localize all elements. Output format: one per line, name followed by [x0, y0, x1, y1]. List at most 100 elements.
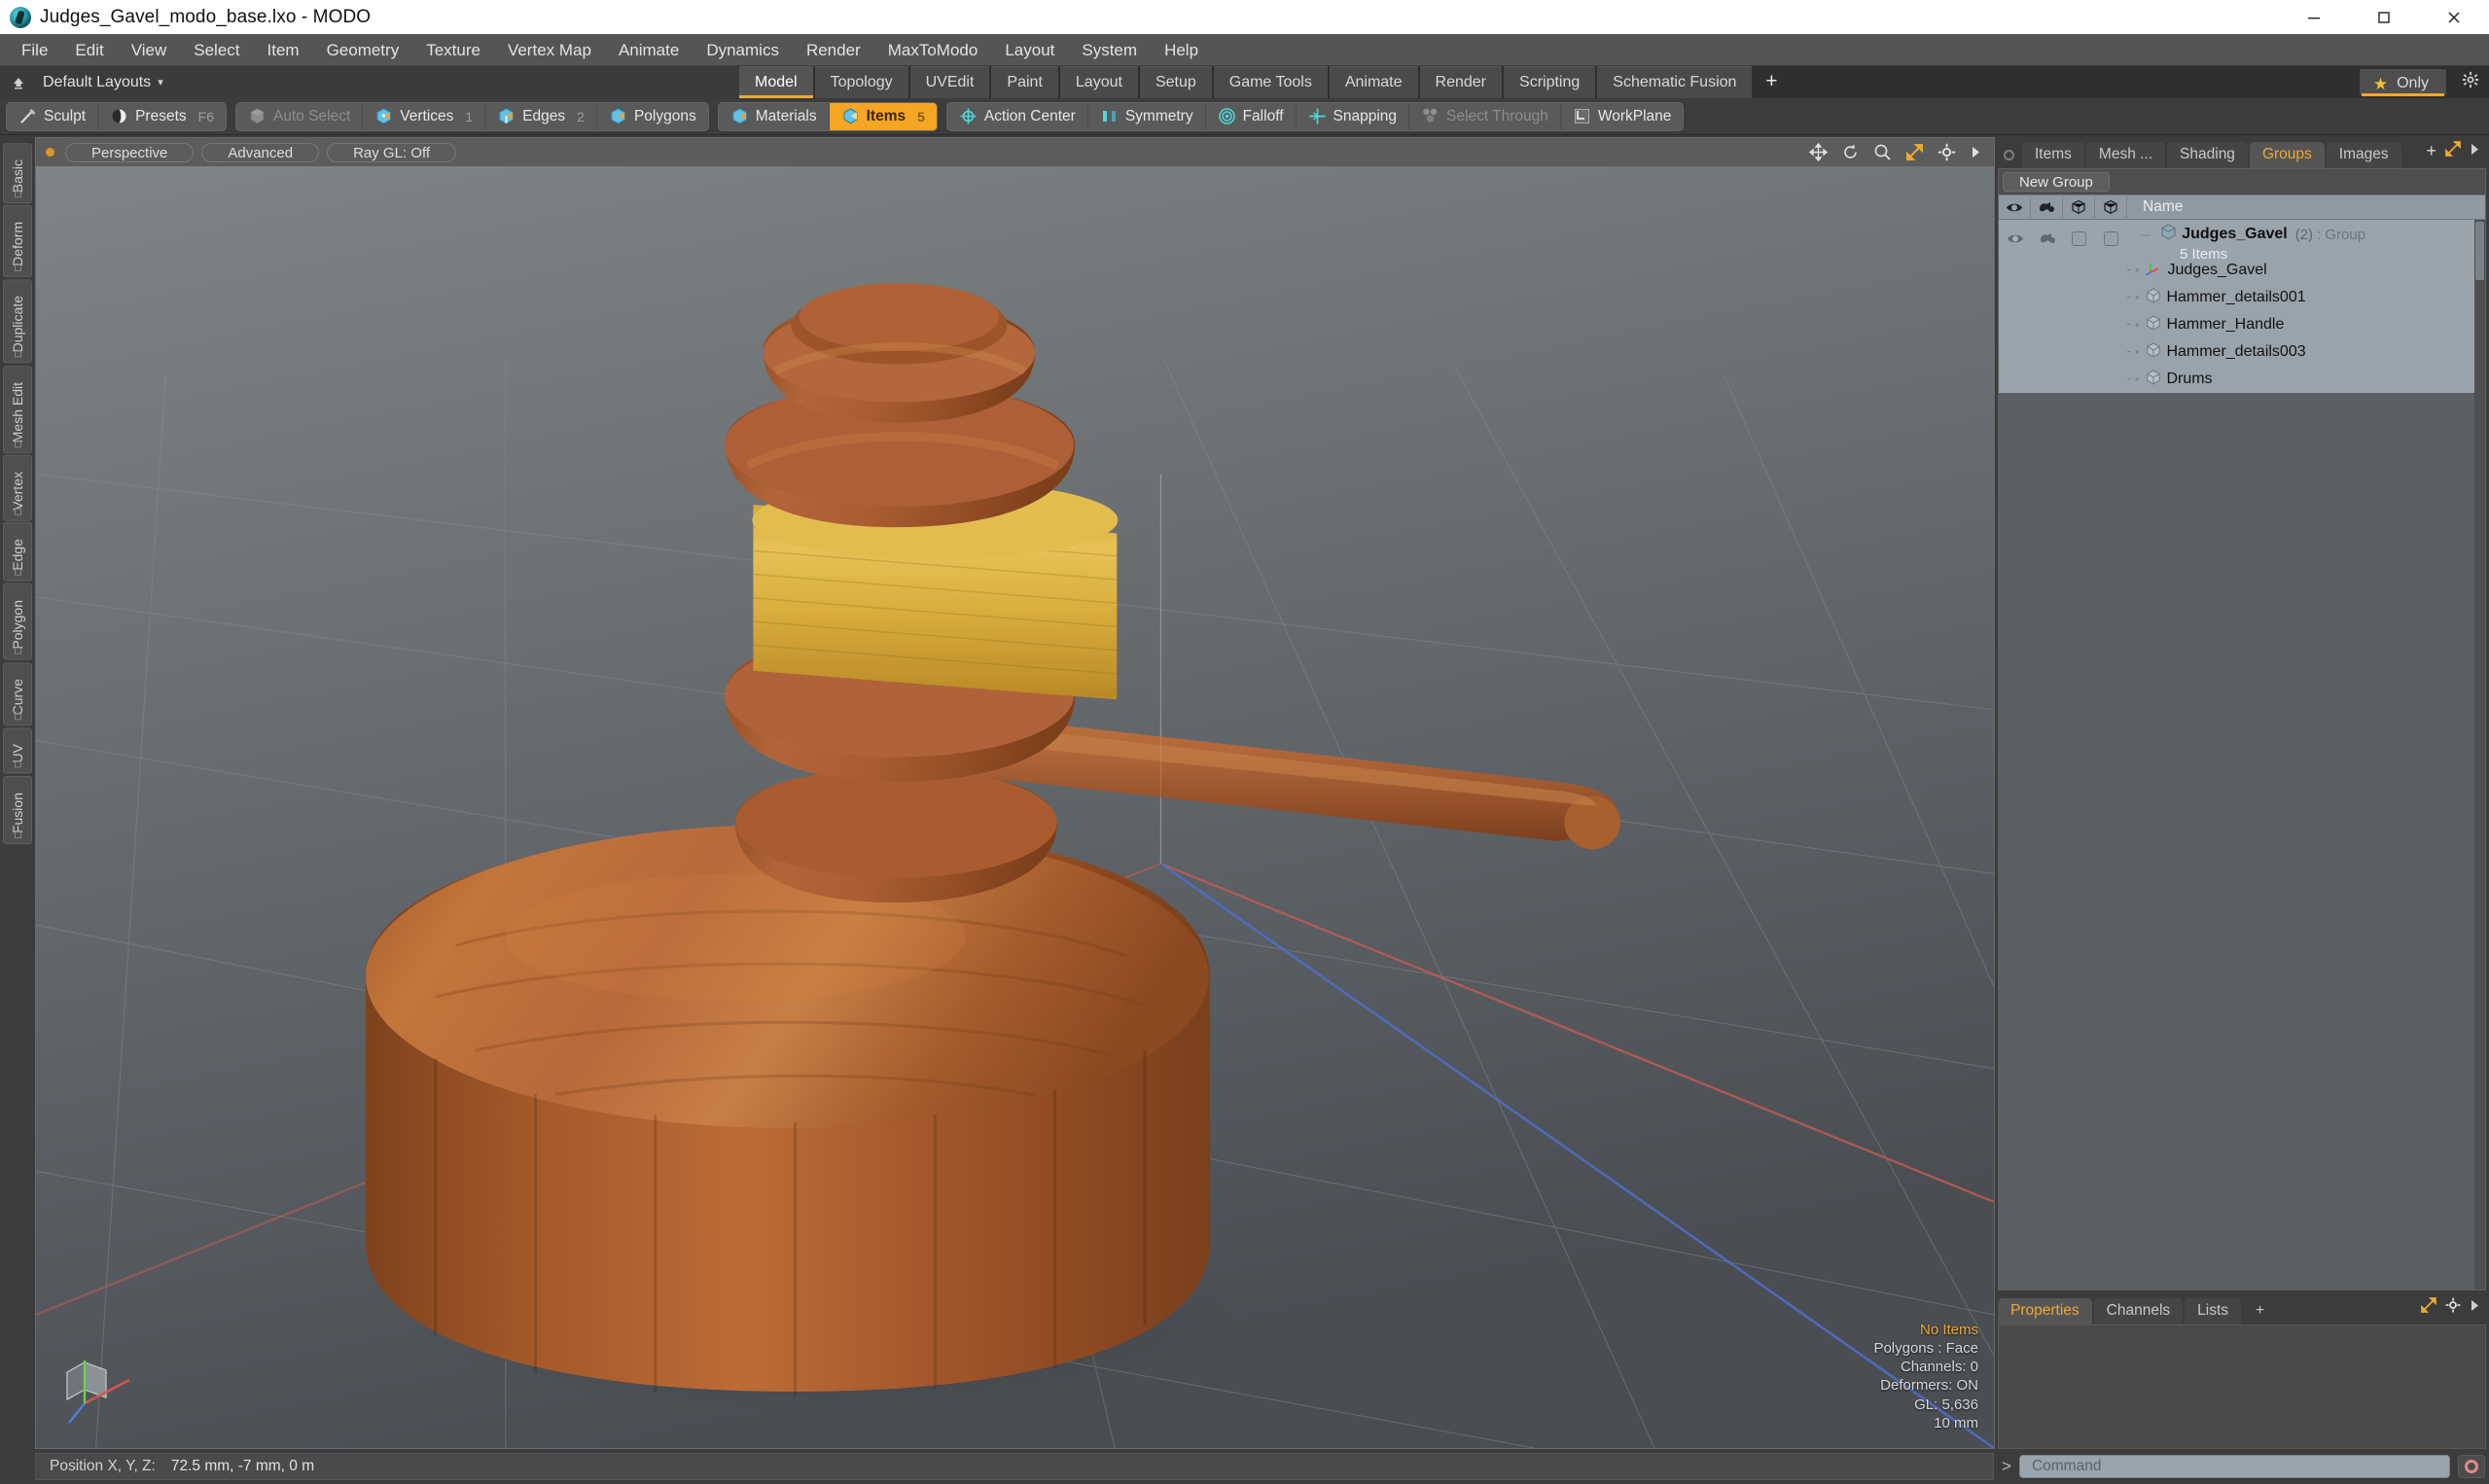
group-row[interactable]: ─ Judges_Gavel (2) : Group 5 Items — [1999, 220, 2485, 263]
tab-animate[interactable]: Animate — [1329, 66, 1418, 98]
scrollbar-thumb[interactable] — [2475, 222, 2484, 280]
tab-layout[interactable]: Layout — [1059, 66, 1138, 98]
menu-item-render[interactable]: Render — [793, 34, 874, 66]
select-cube-icon[interactable] — [2095, 194, 2127, 220]
menu-item-edit[interactable]: Edit — [61, 34, 117, 66]
command-input[interactable]: Command — [2018, 1455, 2450, 1478]
add-tab-button[interactable]: + — [1754, 66, 1789, 98]
sculpt-button[interactable]: Sculpt — [7, 102, 99, 130]
add-bottom-tab-button[interactable]: + — [2243, 1298, 2277, 1325]
left-tab-polygon[interactable]: Polygon — [3, 583, 32, 660]
menu-item-item[interactable]: Item — [254, 34, 313, 66]
tree-expand-toggle[interactable]: ─ — [2141, 228, 2150, 242]
materials-button[interactable]: Materials — [719, 102, 830, 130]
bottom-tab-properties[interactable]: Properties — [1998, 1298, 2092, 1325]
viewport-raygl-selector[interactable]: Ray GL: Off — [327, 142, 457, 162]
snapping-button[interactable]: Snapping — [1297, 102, 1410, 130]
workplane-button[interactable]: WorkPlane — [1561, 103, 1684, 130]
bottom-tab-lists[interactable]: Lists — [2185, 1298, 2242, 1325]
tab-setup[interactable]: Setup — [1139, 66, 1212, 98]
tab-paint[interactable]: Paint — [991, 66, 1058, 98]
right-tab-groups[interactable]: Groups — [2249, 142, 2325, 168]
left-tab-duplicate[interactable]: Duplicate — [3, 279, 32, 364]
tab-game-tools[interactable]: Game Tools — [1213, 66, 1328, 98]
menu-item-dynamics[interactable]: Dynamics — [693, 34, 793, 66]
tab-model[interactable]: Model — [739, 66, 813, 98]
render-icon[interactable] — [2031, 194, 2063, 220]
tab-scripting[interactable]: Scripting — [1504, 66, 1596, 98]
left-tab-mesh-edit[interactable]: Mesh Edit — [3, 365, 32, 453]
expand-icon[interactable] — [2445, 141, 2461, 161]
group-select-checkbox[interactable] — [2095, 220, 2127, 257]
menu-item-system[interactable]: System — [1068, 34, 1151, 66]
zoom-icon[interactable] — [1873, 143, 1892, 161]
close-icon[interactable] — [2419, 0, 2489, 34]
menu-item-select[interactable]: Select — [180, 34, 253, 66]
items-button[interactable]: Items 5 — [829, 102, 937, 130]
group-list-scrollbar[interactable] — [2474, 220, 2485, 1290]
menu-item-animate[interactable]: Animate — [605, 34, 693, 66]
falloff-button[interactable]: Falloff — [1206, 102, 1297, 130]
select-through-button[interactable]: Select Through — [1409, 102, 1561, 130]
right-tab-mesh[interactable]: Mesh ... — [2085, 142, 2166, 168]
panel-menu-dot-icon[interactable] — [2004, 150, 2014, 160]
new-group-button[interactable]: New Group — [2003, 172, 2110, 192]
menu-item-vertex-map[interactable]: Vertex Map — [494, 34, 605, 66]
auto-select-button[interactable]: Auto Select — [236, 102, 364, 130]
expand-icon[interactable] — [2421, 1297, 2436, 1318]
left-tab-edge[interactable]: Edge — [3, 522, 32, 583]
move-icon[interactable] — [1809, 143, 1828, 161]
left-tab-vertex[interactable]: Vertex — [3, 454, 32, 521]
left-tab-curve[interactable]: Curve — [3, 661, 32, 726]
fit-icon[interactable] — [1905, 143, 1924, 161]
group-visibility-toggle[interactable] — [1999, 220, 2031, 257]
chevron-right-icon[interactable] — [2470, 143, 2480, 160]
list-item[interactable]: ╴▪ Drums — [1999, 366, 2485, 393]
chevron-right-icon[interactable] — [2470, 1299, 2480, 1317]
right-tab-shading[interactable]: Shading — [2167, 142, 2248, 168]
tab-uvedit[interactable]: UVEdit — [909, 66, 990, 98]
viewport-projection-selector[interactable]: Perspective — [65, 142, 195, 162]
menu-item-help[interactable]: Help — [1151, 34, 1212, 66]
properties-panel-body[interactable] — [1998, 1325, 2486, 1449]
left-tab-basic[interactable]: Basic — [3, 143, 32, 204]
presets-button[interactable]: Presets F6 — [98, 103, 226, 130]
left-tab-uv[interactable]: UV — [3, 727, 32, 774]
viewport-menu-dot-icon[interactable] — [46, 148, 54, 157]
left-tab-fusion[interactable]: Fusion — [3, 775, 32, 844]
tab-schematic-fusion[interactable]: Schematic Fusion — [1597, 66, 1753, 98]
menu-item-view[interactable]: View — [118, 34, 181, 66]
visibility-icon[interactable] — [1999, 194, 2031, 220]
polygons-button[interactable]: Polygons — [597, 103, 708, 130]
record-icon[interactable] — [2458, 1455, 2485, 1478]
viewport-3d[interactable]: No Items Polygons : Face Channels: 0 Def… — [35, 166, 1995, 1449]
symmetry-button[interactable]: Symmetry — [1088, 102, 1206, 130]
group-list-body[interactable]: ─ Judges_Gavel (2) : Group 5 Items ╴▪ Ju… — [1999, 220, 2485, 1290]
gear-icon[interactable] — [2462, 71, 2479, 93]
collapse-up-icon[interactable] — [8, 76, 29, 89]
menu-item-geometry[interactable]: Geometry — [313, 34, 413, 66]
edges-button[interactable]: Edges 2 — [485, 102, 597, 130]
action-center-button[interactable]: Action Center — [947, 102, 1088, 130]
group-lock-checkbox[interactable] — [2063, 220, 2095, 257]
viewport-shading-selector[interactable]: Advanced — [201, 142, 320, 162]
right-tab-items[interactable]: Items — [2022, 142, 2084, 168]
vertices-button[interactable]: Vertices 1 — [363, 102, 486, 130]
gear-icon[interactable] — [2445, 1297, 2461, 1318]
bottom-tab-channels[interactable]: Channels — [2093, 1298, 2184, 1325]
menu-item-texture[interactable]: Texture — [412, 34, 494, 66]
right-tab-images[interactable]: Images — [2326, 142, 2401, 168]
add-panel-tab-button[interactable]: + — [2426, 141, 2436, 161]
menu-item-maxtomodo[interactable]: MaxToModo — [874, 34, 992, 66]
only-button[interactable]: ★ Only — [2359, 69, 2446, 96]
default-layouts-label[interactable]: Default Layouts — [43, 74, 151, 91]
menu-item-layout[interactable]: Layout — [991, 34, 1068, 66]
list-item[interactable]: ╴▪ Hammer_details001 — [1999, 284, 2485, 311]
list-item[interactable]: ╴▪ Hammer_details003 — [1999, 338, 2485, 366]
chevron-right-icon[interactable] — [1970, 145, 1982, 159]
lock-cube-icon[interactable] — [2063, 194, 2095, 220]
tab-render[interactable]: Render — [1419, 66, 1503, 98]
list-item[interactable]: ╴▪ Hammer_Handle — [1999, 311, 2485, 338]
left-tab-deform[interactable]: Deform — [3, 205, 32, 278]
rotate-icon[interactable] — [1841, 143, 1860, 161]
